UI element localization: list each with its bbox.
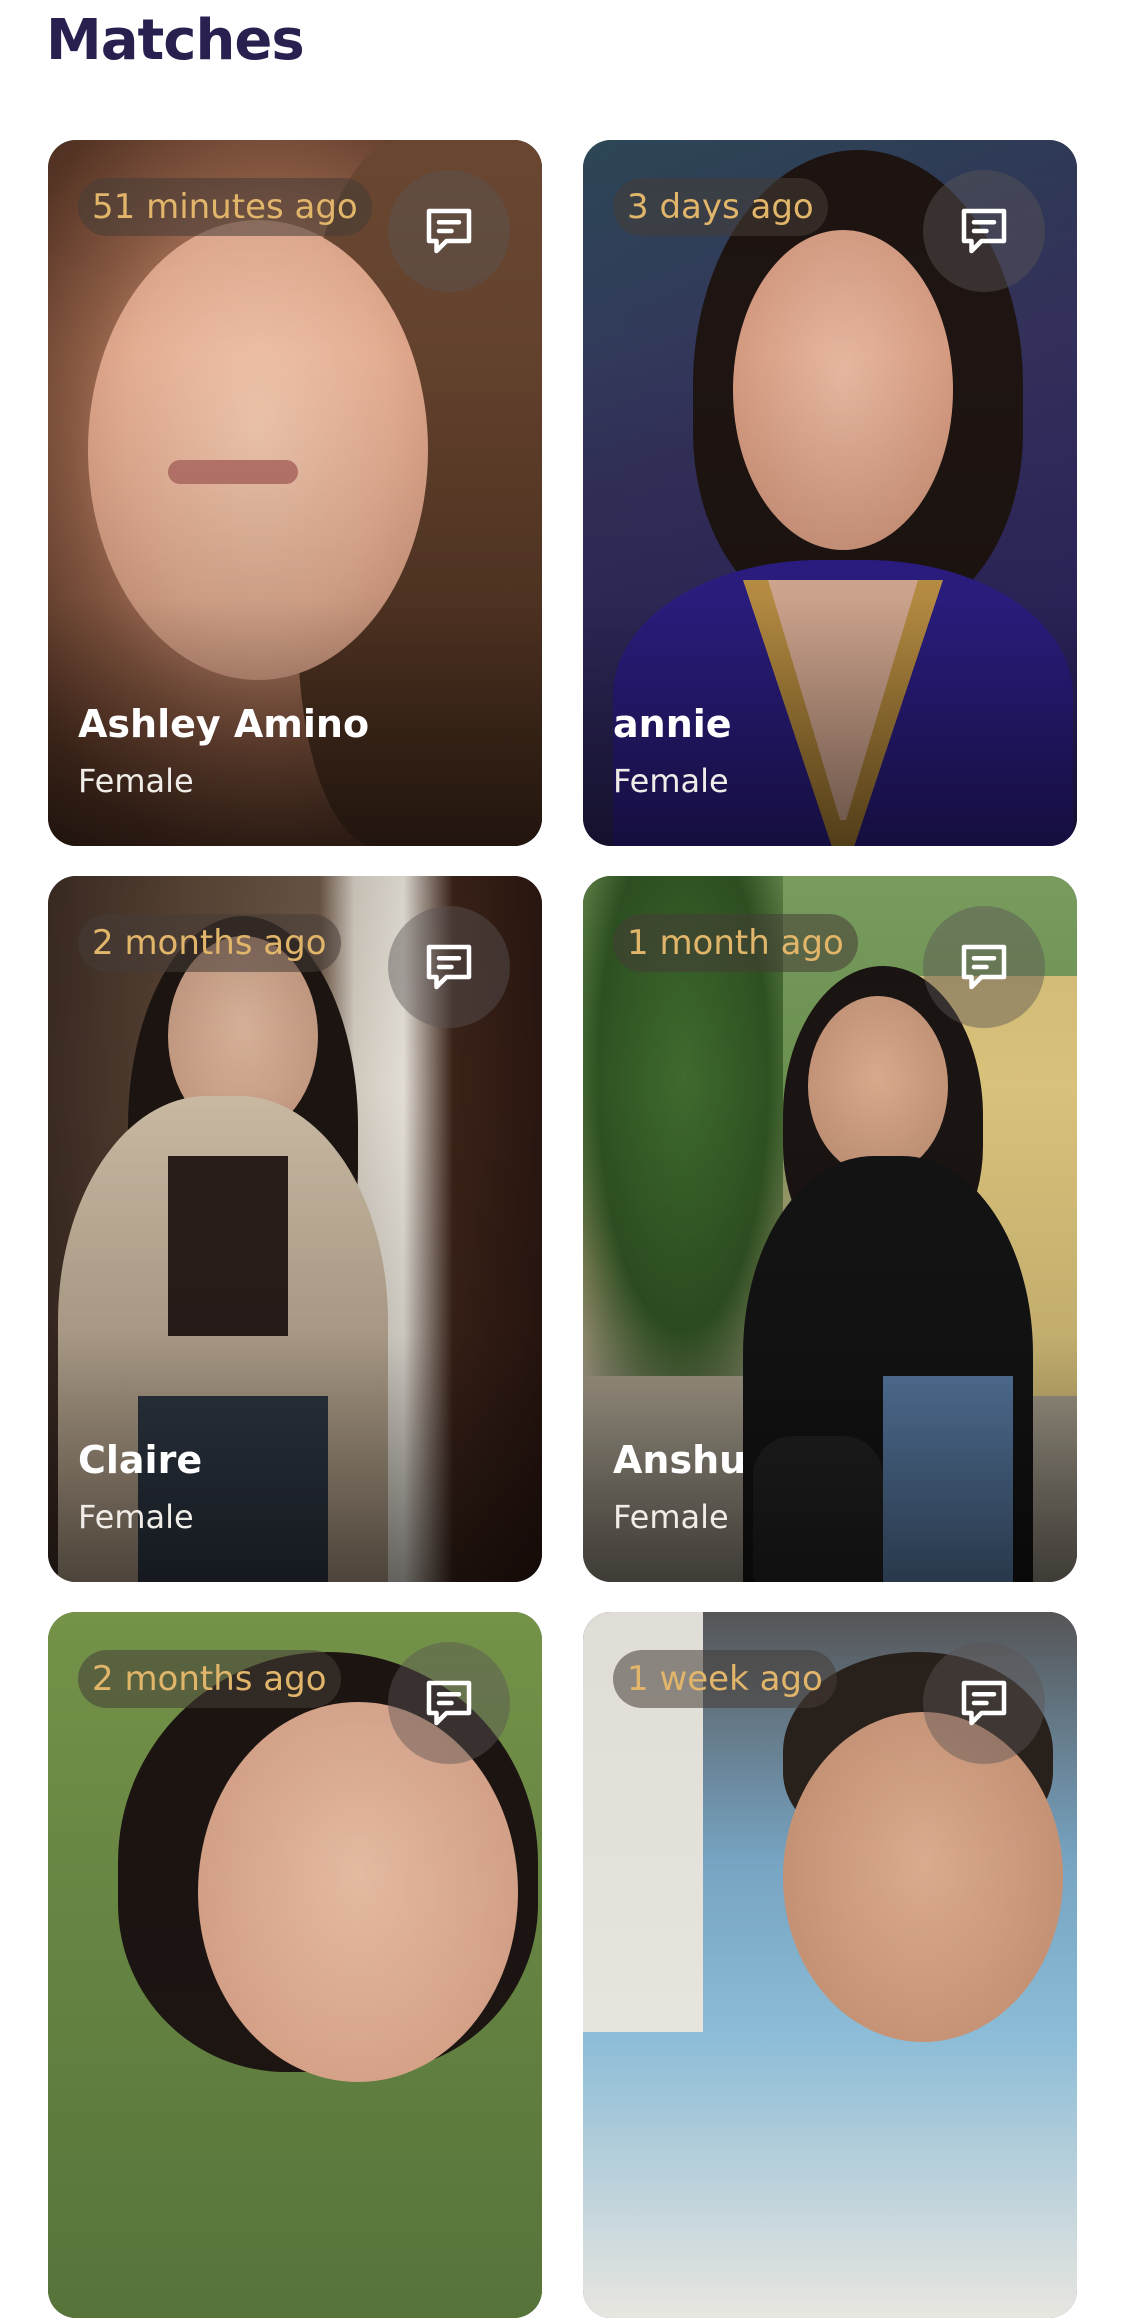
matches-screen: Matches 51 minutes ago Ashley Amino Fema… bbox=[0, 0, 1125, 2318]
message-icon bbox=[961, 208, 1007, 254]
match-card[interactable]: 1 month ago Anshu Female bbox=[583, 876, 1077, 1582]
message-icon bbox=[426, 1680, 472, 1726]
match-gender: Female bbox=[78, 762, 194, 800]
match-name: Claire bbox=[78, 1438, 203, 1482]
match-card[interactable]: 3 days ago annie Female bbox=[583, 140, 1077, 846]
page-title: Matches bbox=[46, 8, 305, 73]
message-icon bbox=[961, 944, 1007, 990]
message-button[interactable] bbox=[388, 170, 510, 292]
match-name: annie bbox=[613, 702, 732, 746]
match-name: Anshu bbox=[613, 1438, 747, 1482]
message-icon bbox=[961, 1680, 1007, 1726]
match-card[interactable]: 51 minutes ago Ashley Amino Female bbox=[48, 140, 542, 846]
match-card[interactable]: 2 months ago Claire Female bbox=[48, 876, 542, 1582]
match-gender: Female bbox=[613, 762, 729, 800]
message-button[interactable] bbox=[923, 906, 1045, 1028]
match-gender: Female bbox=[613, 1498, 729, 1536]
match-time-badge: 51 minutes ago bbox=[78, 178, 372, 236]
match-card[interactable]: 2 months ago bbox=[48, 1612, 542, 2318]
match-time-badge: 3 days ago bbox=[613, 178, 828, 236]
message-icon bbox=[426, 208, 472, 254]
match-time-badge: 2 months ago bbox=[78, 914, 341, 972]
match-name: Ashley Amino bbox=[78, 702, 370, 746]
match-time-badge: 1 month ago bbox=[613, 914, 858, 972]
match-time-badge: 2 months ago bbox=[78, 1650, 341, 1708]
message-button[interactable] bbox=[388, 906, 510, 1028]
match-time-badge: 1 week ago bbox=[613, 1650, 837, 1708]
message-button[interactable] bbox=[923, 1642, 1045, 1764]
message-button[interactable] bbox=[923, 170, 1045, 292]
message-icon bbox=[426, 944, 472, 990]
match-gender: Female bbox=[78, 1498, 194, 1536]
match-card[interactable]: 1 week ago bbox=[583, 1612, 1077, 2318]
message-button[interactable] bbox=[388, 1642, 510, 1764]
